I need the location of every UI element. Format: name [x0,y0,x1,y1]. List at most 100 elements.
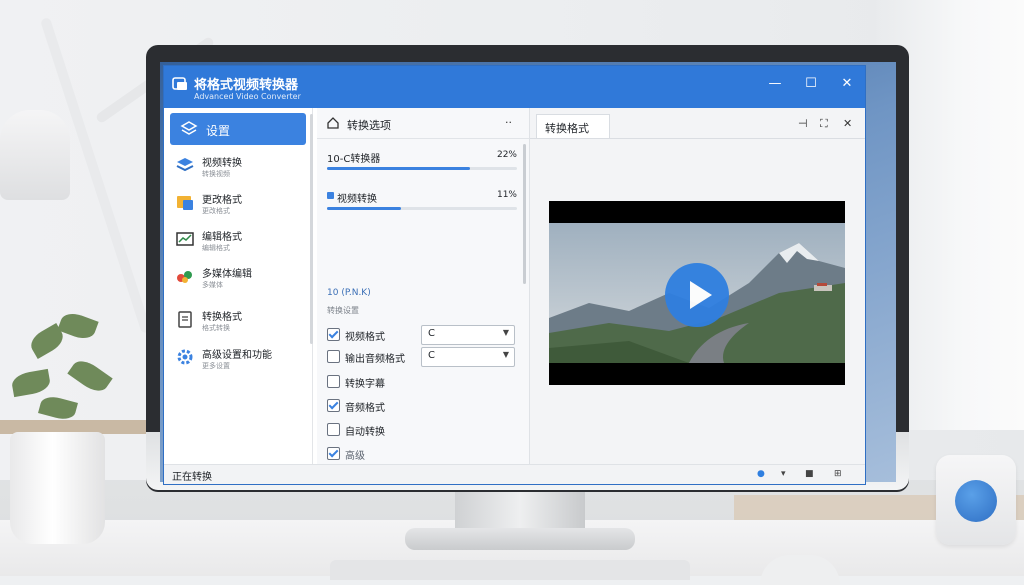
layers-icon [180,121,198,135]
sidebar-item-change-format[interactable]: 更改格式 更改格式 [170,189,306,223]
progress-row: 10-C转换器 22% [325,150,517,180]
progress-track [327,207,517,210]
select-value: C [428,328,435,339]
home-icon [327,117,339,129]
checkbox[interactable] [327,328,340,341]
speaker-light [955,480,997,522]
folder-icon [177,196,193,210]
close-tab-icon[interactable]: ✕ [843,117,852,130]
options-panel: 转换选项 ·· 10-C转换器 22% 视频转换 11% 10 (P.N.K) … [317,108,530,464]
lamp-head [0,110,70,200]
sidebar-item-sublabel: 格式转换 [202,324,230,332]
option-advanced[interactable]: 高级 [327,444,517,464]
option-label: 输出音频格式 [345,354,405,365]
layers-icon [176,158,194,172]
sidebar-item-multimedia[interactable]: 多媒体编辑 多媒体 [170,263,306,297]
settings-sublabel: 转换设置 [327,306,359,315]
status-indicator-icon[interactable]: ● [757,469,765,479]
progress-percent: 11% [496,190,517,200]
progress-fill [327,207,402,210]
keyboard [330,560,690,580]
media-icon [177,271,192,283]
sidebar-item-label: 转换格式 [202,312,242,323]
checkbox[interactable] [327,399,340,412]
sidebar-item-label: 编辑格式 [202,232,242,243]
sidebar-item-advanced-settings[interactable]: 高级设置和功能 更多设置 [170,344,306,378]
sidebar-item-video-convert[interactable]: 视频转换 转换视频 [170,152,306,186]
status-bar: 正在转换 ● ▾ ■ ⊞ [164,464,865,484]
progress-label: 10-C转换器 [327,154,381,165]
option-audio-format[interactable]: 音频格式 [327,396,517,416]
checkbox[interactable] [327,375,340,388]
checkbox[interactable] [327,423,340,436]
option-label: 高级 [345,451,365,462]
sidebar-item-label: 视频转换 [202,158,242,169]
chart-icon [176,232,194,246]
option-video-format[interactable]: 视频格式 C ▼ [327,325,517,345]
option-label: 转换字幕 [345,379,385,390]
sidebar-item-label: 更改格式 [202,195,242,206]
tab-convert-format[interactable]: 转换格式 [536,114,610,139]
progress-track [327,167,517,170]
app-window: 将格式视频转换器 Advanced Video Converter — ☐ ✕ … [164,66,865,484]
status-stop-icon[interactable]: ■ [805,469,814,479]
chevron-down-icon: ▼ [502,350,509,359]
plant-pot [10,432,105,544]
option-subtitles[interactable]: 转换字幕 [327,372,517,392]
sidebar-item-sublabel: 更多设置 [202,362,230,370]
sidebar-scrollbar[interactable] [310,114,313,344]
gear-icon [177,349,193,365]
video-format-select[interactable]: C ▼ [421,325,515,345]
pin-icon[interactable]: ⊣ [798,117,808,130]
sidebar-item-settings[interactable]: 设置 [170,113,306,145]
options-panel-header: 转换选项 ·· [317,108,529,139]
title-bar[interactable]: 将格式视频转换器 Advanced Video Converter — ☐ ✕ [164,66,865,108]
sidebar-item-sublabel: 编辑格式 [202,244,230,252]
tab-label: 转换格式 [545,122,589,135]
app-title: 将格式视频转换器 [194,78,299,93]
sidebar-item-label: 高级设置和功能 [202,350,272,361]
option-label: 音频格式 [345,403,385,414]
option-label: 视频格式 [345,332,385,343]
tab-divider [530,138,865,139]
status-layout-icon[interactable]: ⊞ [834,469,842,479]
sidebar-item-sublabel: 多媒体 [202,281,223,289]
sidebar-item-edit-format[interactable]: 编辑格式 编辑格式 [170,226,306,260]
sidebar-item-sublabel: 更改格式 [202,207,230,215]
minimize-button[interactable]: — [762,72,788,96]
video-preview[interactable] [549,201,845,385]
sidebar-item-label: 设置 [206,124,231,138]
sidebar-item-sublabel: 转换视频 [202,170,230,178]
app-subtitle: Advanced Video Converter [194,92,301,101]
audio-format-select[interactable]: C ▼ [421,347,515,367]
progress-row: 视频转换 11% [325,190,517,220]
play-icon[interactable] [665,263,729,327]
status-menu-icon[interactable]: ▾ [781,469,786,479]
options-panel-title: 转换选项 [347,119,391,132]
settings-link[interactable]: 10 (P.N.K) [327,288,371,298]
progress-fill [327,167,470,170]
options-scrollbar[interactable] [523,144,526,284]
smart-speaker [936,455,1016,545]
document-convert-icon [178,311,192,328]
option-audio-output[interactable]: 输出音频格式 C ▼ [327,347,517,367]
sidebar: 设置 视频转换 转换视频 更改格式 更改格式 编辑格式 编辑格式 多媒体编辑 多… [164,108,313,464]
select-value: C [428,350,435,361]
sidebar-item-convert-format[interactable]: 转换格式 格式转换 [170,306,306,340]
checkbox[interactable] [327,447,340,460]
sidebar-item-label: 多媒体编辑 [202,269,252,280]
monitor-base [405,528,635,550]
maximize-button[interactable]: ☐ [798,72,824,96]
checkbox[interactable] [327,350,340,363]
close-button[interactable]: ✕ [834,72,860,96]
preview-panel: 转换格式 ⊣ ⛶ ✕ [530,108,865,464]
app-logo-icon [172,77,187,90]
option-label: 自动转换 [345,427,385,438]
progress-percent: 22% [496,150,517,160]
option-auto-convert[interactable]: 自动转换 [327,420,517,440]
expand-icon[interactable]: ⛶ [820,117,828,131]
status-text: 正在转换 [172,472,212,483]
task-indicator-icon [327,192,334,199]
chevron-down-icon: ▼ [502,328,509,337]
more-options-button[interactable]: ·· [505,116,512,129]
